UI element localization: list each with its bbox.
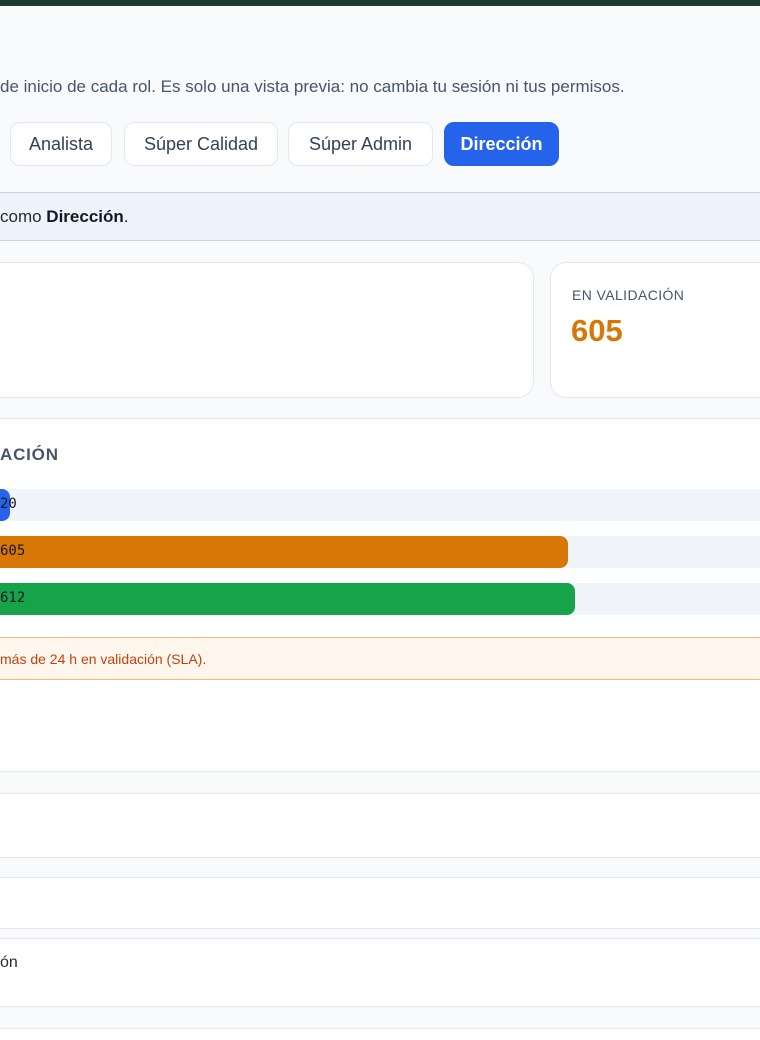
- role-tab-direccion[interactable]: Dirección: [444, 122, 559, 166]
- role-selector: Analista Súper Calidad Súper Admin Direc…: [0, 122, 760, 166]
- status-bar-row: 20: [0, 489, 760, 521]
- sla-warning-text: más de 24 h en validación (SLA).: [0, 651, 207, 667]
- status-bar-value: 605: [0, 543, 26, 559]
- kpi-label: EN VALIDACIÓN: [572, 287, 685, 303]
- status-bar-fill: [0, 536, 568, 568]
- status-bar-value: 612: [0, 590, 26, 606]
- role-preview-description: de inicio de cada rol. Es solo una vista…: [0, 77, 625, 96]
- top-header-bar: [0, 0, 760, 6]
- role-tab-analista[interactable]: Analista: [10, 122, 112, 166]
- panel-title: ACIÓN: [0, 445, 59, 464]
- list-item[interactable]: [0, 1028, 760, 1040]
- kpi-card-validation: EN VALIDACIÓN 605: [550, 262, 760, 398]
- kpi-value: 605: [571, 313, 623, 348]
- banner-prefix: como: [0, 207, 47, 226]
- banner-text: como Dirección.: [0, 207, 129, 227]
- kpi-card: [0, 262, 534, 398]
- banner-suffix: .: [123, 207, 129, 226]
- status-bar-value: 20: [0, 496, 17, 512]
- list-item[interactable]: ón: [0, 938, 760, 1007]
- preview-role-banner: como Dirección.: [0, 192, 760, 241]
- status-distribution-panel: ACIÓN 20 605 612 más de 24 h en validaci…: [0, 418, 760, 772]
- role-tab-super-calidad[interactable]: Súper Calidad: [124, 122, 278, 166]
- status-bar-row: 612: [0, 583, 760, 615]
- list-item[interactable]: [0, 793, 760, 858]
- role-tab-super-admin[interactable]: Súper Admin: [288, 122, 433, 166]
- sla-warning: más de 24 h en validación (SLA).: [0, 637, 760, 680]
- status-bar-fill: [0, 583, 575, 615]
- status-bar-row: 605: [0, 536, 760, 568]
- list-item-text: ón: [0, 954, 18, 971]
- list-item[interactable]: [0, 877, 760, 929]
- banner-role: Dirección: [46, 207, 124, 226]
